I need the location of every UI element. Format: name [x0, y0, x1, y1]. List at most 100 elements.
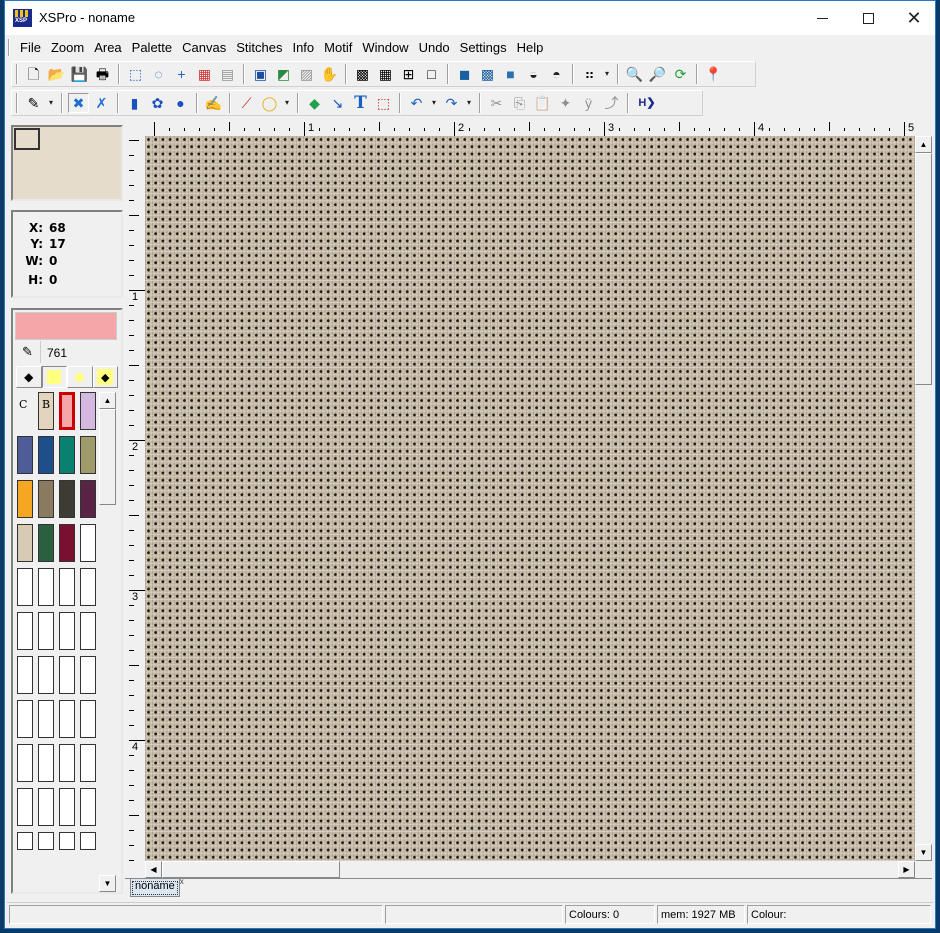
save-icon[interactable]: 💾: [69, 64, 90, 84]
undo-dropdown[interactable]: ▾: [429, 93, 439, 113]
redo-icon[interactable]: ↷: [441, 93, 462, 113]
empty-palette-slot[interactable]: [80, 656, 96, 694]
empty-palette-slot[interactable]: [38, 612, 54, 650]
empty-palette-slot[interactable]: [59, 612, 75, 650]
zoom-out-icon[interactable]: 🔎: [647, 64, 668, 84]
french-knot-icon[interactable]: ✿: [147, 93, 168, 113]
fill-bucket-icon[interactable]: ◆: [304, 93, 325, 113]
hand-pan-icon[interactable]: ✋: [319, 64, 340, 84]
mirror-icon[interactable]: ÿ: [578, 93, 599, 113]
empty-palette-slot[interactable]: [17, 612, 33, 650]
horizontal-scrollbar[interactable]: ◀ ▶: [145, 861, 915, 878]
mode-yellow-diamond-button[interactable]: ◆: [92, 366, 118, 388]
undo-icon[interactable]: ↶: [406, 93, 427, 113]
empty-palette-slot[interactable]: [59, 744, 75, 782]
grid-dots-dropdown[interactable]: ▾: [602, 64, 612, 84]
menu-palette[interactable]: Palette: [127, 40, 177, 55]
menu-zoom[interactable]: Zoom: [46, 40, 89, 55]
empty-palette-slot[interactable]: [38, 656, 54, 694]
bead-long-icon[interactable]: ▮: [124, 93, 145, 113]
screen-view-icon[interactable]: ▣: [250, 64, 271, 84]
empty-palette-slot[interactable]: [38, 832, 54, 850]
empty-palette-slot[interactable]: [38, 788, 54, 826]
view-bead-icon[interactable]: ◒: [523, 64, 544, 84]
scroll-down-arrow-icon[interactable]: ▼: [99, 875, 116, 892]
empty-palette-slot[interactable]: [59, 700, 75, 738]
view-stitches-icon[interactable]: ◼: [454, 64, 475, 84]
empty-palette-slot[interactable]: [59, 568, 75, 606]
add-area-icon[interactable]: ▦: [194, 64, 215, 84]
empty-palette-slot[interactable]: [38, 700, 54, 738]
close-button[interactable]: ✕: [891, 1, 937, 35]
aida-fabric-canvas[interactable]: [145, 136, 915, 861]
scroll-up-arrow-icon[interactable]: ▲: [915, 136, 932, 153]
empty-palette-slot[interactable]: [17, 744, 33, 782]
shape-dropdown[interactable]: ▾: [282, 93, 292, 113]
empty-palette-slot[interactable]: [59, 832, 75, 850]
empty-palette-slot[interactable]: [80, 788, 96, 826]
palette-swatch[interactable]: [80, 392, 96, 430]
palette-swatch[interactable]: [17, 480, 33, 518]
palette-scrollbar[interactable]: ▲ ▼: [99, 392, 116, 892]
rect-select-icon[interactable]: ⬚: [125, 64, 146, 84]
empty-palette-slot[interactable]: [17, 832, 33, 850]
pick-image-icon[interactable]: ◩: [273, 64, 294, 84]
lasso-select-icon[interactable]: ◌: [148, 64, 169, 84]
menu-help[interactable]: Help: [512, 40, 549, 55]
menu-motif[interactable]: Motif: [319, 40, 357, 55]
mode-full-diamond-button[interactable]: ◆: [16, 366, 42, 388]
palette-swatch[interactable]: [59, 436, 75, 474]
rotate-icon[interactable]: ⤴: [601, 93, 622, 113]
text-tool-icon[interactable]: T: [350, 93, 371, 113]
view-bead-white-icon[interactable]: ◓: [546, 64, 567, 84]
palette-swatch[interactable]: [38, 436, 54, 474]
full-cross-icon[interactable]: ✖: [68, 93, 89, 113]
palette-swatch[interactable]: [59, 392, 75, 430]
menu-file[interactable]: File: [15, 40, 46, 55]
viewport-indicator[interactable]: [14, 128, 40, 150]
pencil-icon[interactable]: ✎: [23, 93, 44, 113]
empty-palette-slot[interactable]: [17, 656, 33, 694]
palette-swatch[interactable]: [17, 524, 33, 562]
maximize-button[interactable]: [845, 1, 891, 35]
h-next-icon[interactable]: H❯: [634, 93, 660, 113]
scroll-down-arrow-icon[interactable]: ▼: [915, 844, 932, 861]
empty-palette-slot[interactable]: [80, 612, 96, 650]
tab-close-icon[interactable]: x: [180, 877, 184, 886]
colour-picker-icon[interactable]: 📍: [703, 64, 724, 84]
empty-palette-slot[interactable]: [80, 568, 96, 606]
paste-special-icon[interactable]: ✦: [555, 93, 576, 113]
open-folder-icon[interactable]: 📂: [46, 64, 67, 84]
bead-round-icon[interactable]: ●: [170, 93, 191, 113]
empty-palette-slot[interactable]: [80, 832, 96, 850]
empty-palette-slot[interactable]: [17, 568, 33, 606]
empty-palette-slot[interactable]: [59, 656, 75, 694]
vertical-scrollbar[interactable]: ▲ ▼: [915, 136, 932, 861]
view-block-icon[interactable]: ■: [500, 64, 521, 84]
palette-swatch[interactable]: [59, 524, 75, 562]
mode-yellow-dot-button[interactable]: [67, 366, 93, 388]
remove-area-icon[interactable]: ▤: [217, 64, 238, 84]
tab-noname[interactable]: noname x: [130, 877, 184, 897]
vertical-scroll-thumb[interactable]: [915, 153, 932, 385]
menu-stitches[interactable]: Stitches: [231, 40, 287, 55]
cut-icon[interactable]: ✂: [486, 93, 507, 113]
empty-palette-slot[interactable]: [59, 788, 75, 826]
overview-preview[interactable]: [11, 125, 123, 201]
backstitch-pen-icon[interactable]: ✍: [203, 93, 224, 113]
menu-area[interactable]: Area: [89, 40, 126, 55]
grid-lines-icon[interactable]: ⊞: [398, 64, 419, 84]
empty-palette-slot[interactable]: [80, 700, 96, 738]
grid-dots-icon[interactable]: ⠶: [579, 64, 600, 84]
view-symbols-icon[interactable]: ▩: [477, 64, 498, 84]
palette-scroll-thumb[interactable]: [99, 409, 116, 505]
menu-info[interactable]: Info: [287, 40, 319, 55]
empty-palette-slot[interactable]: [80, 744, 96, 782]
grid-fine-icon[interactable]: ▩: [352, 64, 373, 84]
scroll-right-arrow-icon[interactable]: ▶: [898, 861, 915, 878]
grid-none-icon[interactable]: □: [421, 64, 442, 84]
palette-swatch[interactable]: [80, 524, 96, 562]
palette-swatch[interactable]: [38, 480, 54, 518]
grid-dense-icon[interactable]: ▦: [375, 64, 396, 84]
empty-palette-slot[interactable]: [17, 788, 33, 826]
